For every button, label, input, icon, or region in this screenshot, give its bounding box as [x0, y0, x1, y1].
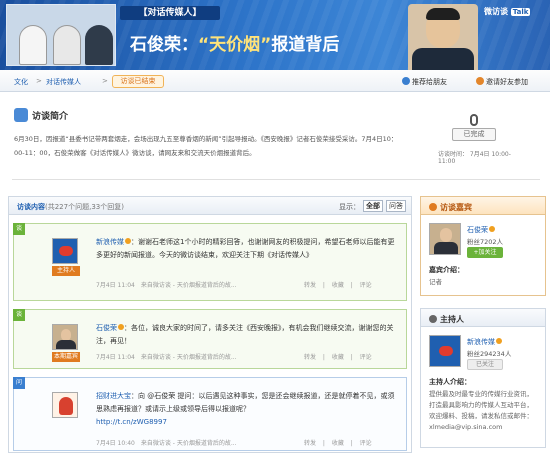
interview-time: 访谈时间： 7月4日 10:00-11:00 [438, 151, 511, 165]
host-box: 主持人 新浪传媒 粉丝294234人 已关注 主持人介绍： 提供最及时最专业的传… [420, 308, 546, 448]
message-body: 招财进大宝：向 @石俊荣 提问：以后遇见这种事实，您是还会继续报道，还是就停着不… [96, 390, 401, 429]
message-source[interactable]: 来自微访谈 - 天价烟报道背后的故... [141, 282, 237, 289]
avatar[interactable] [52, 324, 78, 350]
author-link[interactable]: 石俊荣 [96, 324, 117, 332]
guest-box-header: 访谈嘉宾 [421, 197, 545, 215]
host-box-title: 主持人 [440, 315, 464, 324]
question-corner-badge: 问 [13, 377, 25, 389]
message-body: 新浪传媒 ：谢谢石老师这1个小时的精彩回答，也谢谢网友的积极提问，希望石老师以后能… [96, 236, 401, 262]
invite-friend-label: 邀请好友参加 [486, 78, 528, 86]
message-time: 7月4日 11:04 [96, 282, 135, 289]
followed-button[interactable]: 已关注 [467, 359, 503, 370]
breadcrumb-bar: 文化 > 对话传媒人 > 访谈已结束 推荐给朋友 邀请好友参加 [0, 70, 550, 92]
page-banner: 【对话传媒人】 石俊荣：“天价烟”报道背后 微访谈 Talk [0, 0, 550, 70]
headline-quote: “天价烟” [198, 35, 272, 55]
message-time: 7月4日 11:04 [96, 354, 135, 361]
interview-ended-badge: 访谈已结束 [112, 75, 164, 88]
host-profile: 新浪传媒 粉丝294234人 已关注 [429, 335, 545, 375]
banner-headline: 石俊荣：“天价烟”报道背后 [130, 30, 339, 55]
panel-count: (共227个问题,33个回复) [45, 203, 124, 211]
role-badge: 主持人 [52, 266, 80, 276]
host-box-header: 主持人 [421, 309, 545, 327]
host-avatar[interactable] [429, 335, 461, 367]
banner-photo-group [6, 4, 116, 66]
role-badge: 本期嘉宾 [52, 352, 80, 362]
panel-title-label: 访谈内容 [17, 203, 45, 211]
verified-icon [489, 226, 495, 232]
breadcrumb-dialogue[interactable]: 对话传媒人 [46, 77, 81, 87]
panel-header: 访谈内容(共227个问题,33个回复) 显示： 全部 问答 [9, 197, 411, 215]
guest-box-title: 访谈嘉宾 [440, 203, 472, 212]
filter-all-button[interactable]: 全部 [363, 200, 383, 212]
intro-title: 访谈简介 [14, 108, 68, 122]
message-text: ：谢谢石老师这1个小时的精彩回答，也谢谢网友的积极提问，希望石老师以后能有更多更… [96, 238, 395, 259]
host-intro: 提供最及时最专业的传媒行业资讯，打造最具影响力的传媒人互动平台，欢迎爆料、投稿，… [429, 390, 533, 431]
message-text: ：向 @石俊荣 提问：以后遇见这种事实，您是还会继续报道，还是就停着不见，或须思… [96, 392, 395, 413]
message-actions[interactable]: 转发 | 收藏 | 评论 [304, 280, 372, 289]
interview-intro: 访谈简介 6月30日，因报道“县委书记带两套烟走，会场出现九五至尊香烟的新闻”引… [12, 100, 540, 180]
message-source[interactable]: 来自微访谈 - 天价烟报道背后的故... [141, 354, 237, 361]
list-item: 谈 主持人 新浪传媒 ：谢谢石老师这1个小时的精彩回答，也谢谢网友的积极提问，希望… [13, 223, 407, 301]
guest-portrait [408, 4, 478, 70]
short-link[interactable]: http://t.cn/zWG8997 [96, 418, 167, 426]
talk-corner-badge: 谈 [13, 223, 25, 235]
breadcrumb-separator: > [102, 77, 108, 85]
weitalk-label: 微访谈 [484, 7, 508, 16]
headline-name: 石俊荣： [130, 35, 198, 55]
headline-rest: 报道背后 [271, 35, 340, 55]
weitalk-badge: Talk [510, 8, 531, 16]
host-name[interactable]: 新浪传媒 [467, 337, 502, 347]
guest-name[interactable]: 石俊荣 [467, 225, 495, 235]
list-item: 问 招财进大宝：向 @石俊荣 提问：以后遇见这种事实，您是还会继续报道，还是就停… [13, 377, 407, 451]
filter-qa-button[interactable]: 问答 [386, 200, 406, 212]
breadcrumb-culture[interactable]: 文化 [14, 77, 28, 87]
author-link[interactable]: 招财进大宝 [96, 392, 131, 400]
message-body: 石俊荣 ：各位，诚良大家的时间了，请多关注《西安晚报》，有机会我们继续交流，谢谢您… [96, 322, 401, 348]
panel-title: 访谈内容(共227个问题,33个回复) [17, 202, 124, 212]
guest-icon [429, 203, 437, 211]
guest-box: 访谈嘉宾 石俊荣 粉丝7202人 +加关注 嘉宾介绍： 记者 [420, 196, 546, 296]
message-meta: 7月4日 10:40 来自微访谈 - 天价烟报道背后的故... [96, 438, 237, 447]
talk-corner-badge: 谈 [13, 309, 25, 321]
banner-tag: 【对话传媒人】 [120, 6, 220, 20]
share-icon [402, 77, 410, 85]
interview-status: 已完成 访谈时间： 7月4日 10:00-11:00 [424, 114, 524, 165]
message-meta: 7月4日 11:04 来自微访谈 - 天价烟报道背后的故... [96, 280, 237, 289]
message-actions[interactable]: 转发 | 收藏 | 评论 [304, 352, 372, 361]
interview-icon [14, 108, 28, 122]
message-text: ：各位，诚良大家的时间了，请多关注《西安晚报》，有机会我们继续交流，谢谢您的关注… [96, 324, 394, 345]
list-item: 谈 本期嘉宾 石俊荣 ：各位，诚良大家的时间了，请多关注《西安晚报》，有机会我们继… [13, 309, 407, 369]
message-source[interactable]: 来自微访谈 - 天价烟报道背后的故... [141, 440, 237, 447]
host-intro-label: 主持人介绍： [429, 378, 471, 386]
filter-label: 显示： [339, 203, 360, 211]
status-button[interactable]: 已完成 [452, 128, 496, 141]
recommend-friend-link[interactable]: 推荐给朋友 [402, 77, 447, 87]
guest-name-label: 石俊荣 [467, 226, 488, 234]
intro-title-label: 访谈简介 [32, 112, 69, 122]
invite-friend-link[interactable]: 邀请好友参加 [476, 77, 528, 87]
verified-icon [496, 338, 502, 344]
invite-icon [476, 77, 484, 85]
guest-intro: 记者 [429, 278, 442, 286]
microphone-icon [470, 114, 478, 126]
avatar[interactable] [52, 238, 78, 264]
message-actions[interactable]: 转发 | 收藏 | 评论 [304, 438, 372, 447]
recommend-friend-label: 推荐给朋友 [412, 78, 447, 86]
message-meta: 7月4日 11:04 来自微访谈 - 天价烟报道背后的故... [96, 352, 237, 361]
host-icon [429, 315, 437, 323]
host-name-label: 新浪传媒 [467, 338, 495, 346]
breadcrumb-separator: > [36, 77, 42, 85]
host-fans: 粉丝294234人 [467, 350, 512, 358]
guest-avatar[interactable] [429, 223, 461, 255]
guest-profile: 石俊荣 粉丝7202人 +加关注 [429, 223, 545, 263]
author-link[interactable]: 新浪传媒 [96, 238, 124, 246]
intro-text: 6月30日，因报道“县委书记带两套烟走，会场出现九五至尊香烟的新闻”引起导报动。… [14, 135, 398, 157]
guest-intro-label: 嘉宾介绍： [429, 266, 464, 274]
avatar[interactable] [52, 392, 78, 418]
follow-button[interactable]: +加关注 [467, 247, 503, 258]
guest-fans: 粉丝7202人 [467, 238, 504, 246]
interview-content-panel: 访谈内容(共227个问题,33个回复) 显示： 全部 问答 谈 主持人 新浪传媒… [8, 196, 412, 453]
message-time: 7月4日 10:40 [96, 440, 135, 447]
weitalk-logo[interactable]: 微访谈 Talk [484, 6, 531, 17]
